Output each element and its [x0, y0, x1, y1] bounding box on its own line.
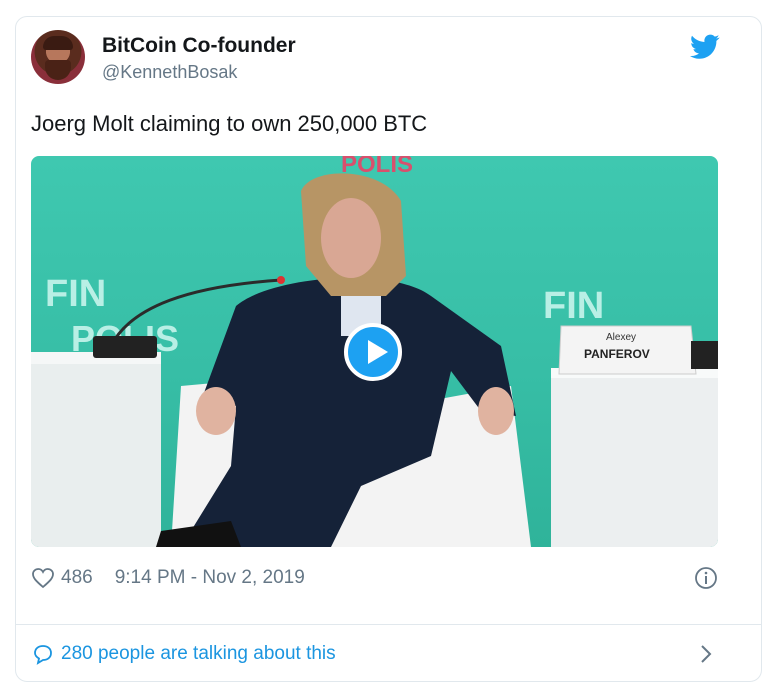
speech-bubble-icon: [34, 645, 52, 665]
left-desk: [31, 361, 161, 547]
mic-base: [93, 336, 157, 358]
video-sign-right: FIN: [543, 285, 604, 327]
tweet-timestamp[interactable]: 9:14 PM - Nov 2, 2019: [115, 567, 305, 589]
user-avatar[interactable]: [31, 30, 85, 84]
chevron-right-icon[interactable]: [694, 642, 718, 666]
tweet-text: Joerg Molt claiming to own 250,000 BTC: [31, 111, 428, 136]
avatar-beard: [45, 60, 71, 80]
like-count[interactable]: 486: [61, 567, 93, 589]
right-desk: [551, 376, 718, 547]
author-name[interactable]: BitCoin Co-founder: [102, 34, 296, 58]
play-button[interactable]: [344, 323, 402, 381]
tweet-footer: 486 9:14 PM - Nov 2, 2019: [31, 564, 718, 592]
footer-divider: [15, 624, 762, 625]
author-handle[interactable]: @KennethBosak: [102, 62, 237, 83]
conversation-link[interactable]: 280 people are talking about this: [31, 640, 718, 668]
video-sign-left: FIN: [45, 273, 106, 315]
nameplate-last: PANFEROV: [584, 347, 650, 361]
info-icon[interactable]: [694, 566, 718, 590]
twitter-bird-icon[interactable]: [690, 34, 720, 60]
avatar-hair: [43, 36, 73, 50]
heart-icon[interactable]: [31, 567, 55, 589]
conversation-label: 280 people are talking about this: [61, 643, 336, 664]
person-face: [321, 198, 381, 278]
nameplate-first: Alexey: [606, 332, 636, 343]
